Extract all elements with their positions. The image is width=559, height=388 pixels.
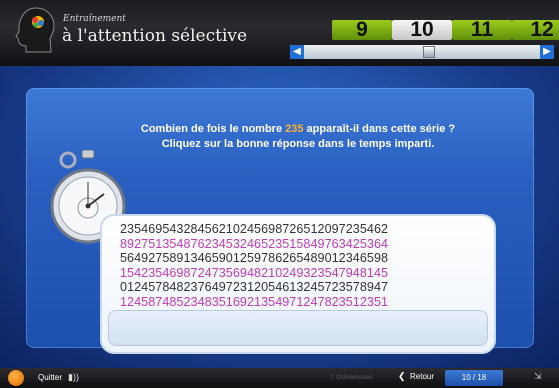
slider-right-arrow-icon[interactable]: ▶ bbox=[540, 45, 554, 59]
header-bar: Entraînement à l'attention sélective 9 1… bbox=[0, 0, 559, 66]
app-title: à l'attention sélective bbox=[62, 26, 248, 46]
question-text: Combien de fois le nombre 235 apparaît-i… bbox=[118, 122, 478, 152]
level-11[interactable]: 11 bbox=[454, 18, 510, 42]
series-line: 23546954328456210245698726512097235462 bbox=[120, 222, 389, 236]
quit-button[interactable]: Quitter bbox=[38, 373, 62, 382]
question-target-number: 235 bbox=[285, 123, 304, 135]
level-12[interactable]: 12 bbox=[514, 18, 559, 42]
main-area: Combien de fois le nombre 235 apparaît-i… bbox=[0, 66, 559, 368]
answer-area[interactable] bbox=[108, 310, 488, 346]
number-series: 23546954328456210245698726512097235462 89… bbox=[120, 222, 480, 324]
slider-left-arrow-icon[interactable]: ◀ bbox=[290, 45, 304, 59]
series-line: 12458748523483516921354971247823512351 bbox=[120, 294, 389, 309]
question-instruction: Cliquez sur la bonne réponse dans le tem… bbox=[161, 138, 435, 150]
fullscreen-icon[interactable]: ⇲ bbox=[534, 371, 548, 385]
slider-thumb[interactable] bbox=[423, 46, 435, 58]
level-selector: 9 10 11 12 bbox=[292, 18, 559, 42]
app-subtitle: Entraînement bbox=[63, 14, 126, 24]
retour-button[interactable]: Retour bbox=[410, 372, 434, 381]
copyright: © Onlineresolve bbox=[330, 375, 373, 381]
series-line: 89275135487623453246523515849763425364 bbox=[120, 236, 389, 251]
number-series-box: 23546954328456210245698726512097235462 89… bbox=[100, 214, 496, 354]
footer-bar: Quitter ▮)) © Onlineresolve ❮ Retour 10 … bbox=[0, 368, 559, 388]
sound-icon[interactable]: ▮)) bbox=[68, 372, 90, 384]
level-10[interactable]: 10 bbox=[394, 18, 450, 42]
question-line1-before: Combien de fois le nombre bbox=[140, 123, 286, 135]
series-line: 01245784823764972312054613245723578947 bbox=[120, 280, 389, 294]
level-9[interactable]: 9 bbox=[334, 18, 390, 42]
quit-icon[interactable] bbox=[8, 370, 24, 386]
level-slider[interactable]: ◀ ▶ bbox=[290, 45, 554, 59]
page-indicator: 10 / 18 bbox=[445, 370, 503, 386]
question-line1-after: apparaît-il dans cette série ? bbox=[303, 123, 456, 135]
series-line: 15423546987247356948210249323547948145 bbox=[120, 265, 389, 280]
head-silhouette-icon bbox=[15, 7, 55, 53]
series-line: 56492758913465901259786265489012346598 bbox=[120, 251, 389, 265]
retour-arrow-icon[interactable]: ❮ bbox=[398, 371, 406, 382]
